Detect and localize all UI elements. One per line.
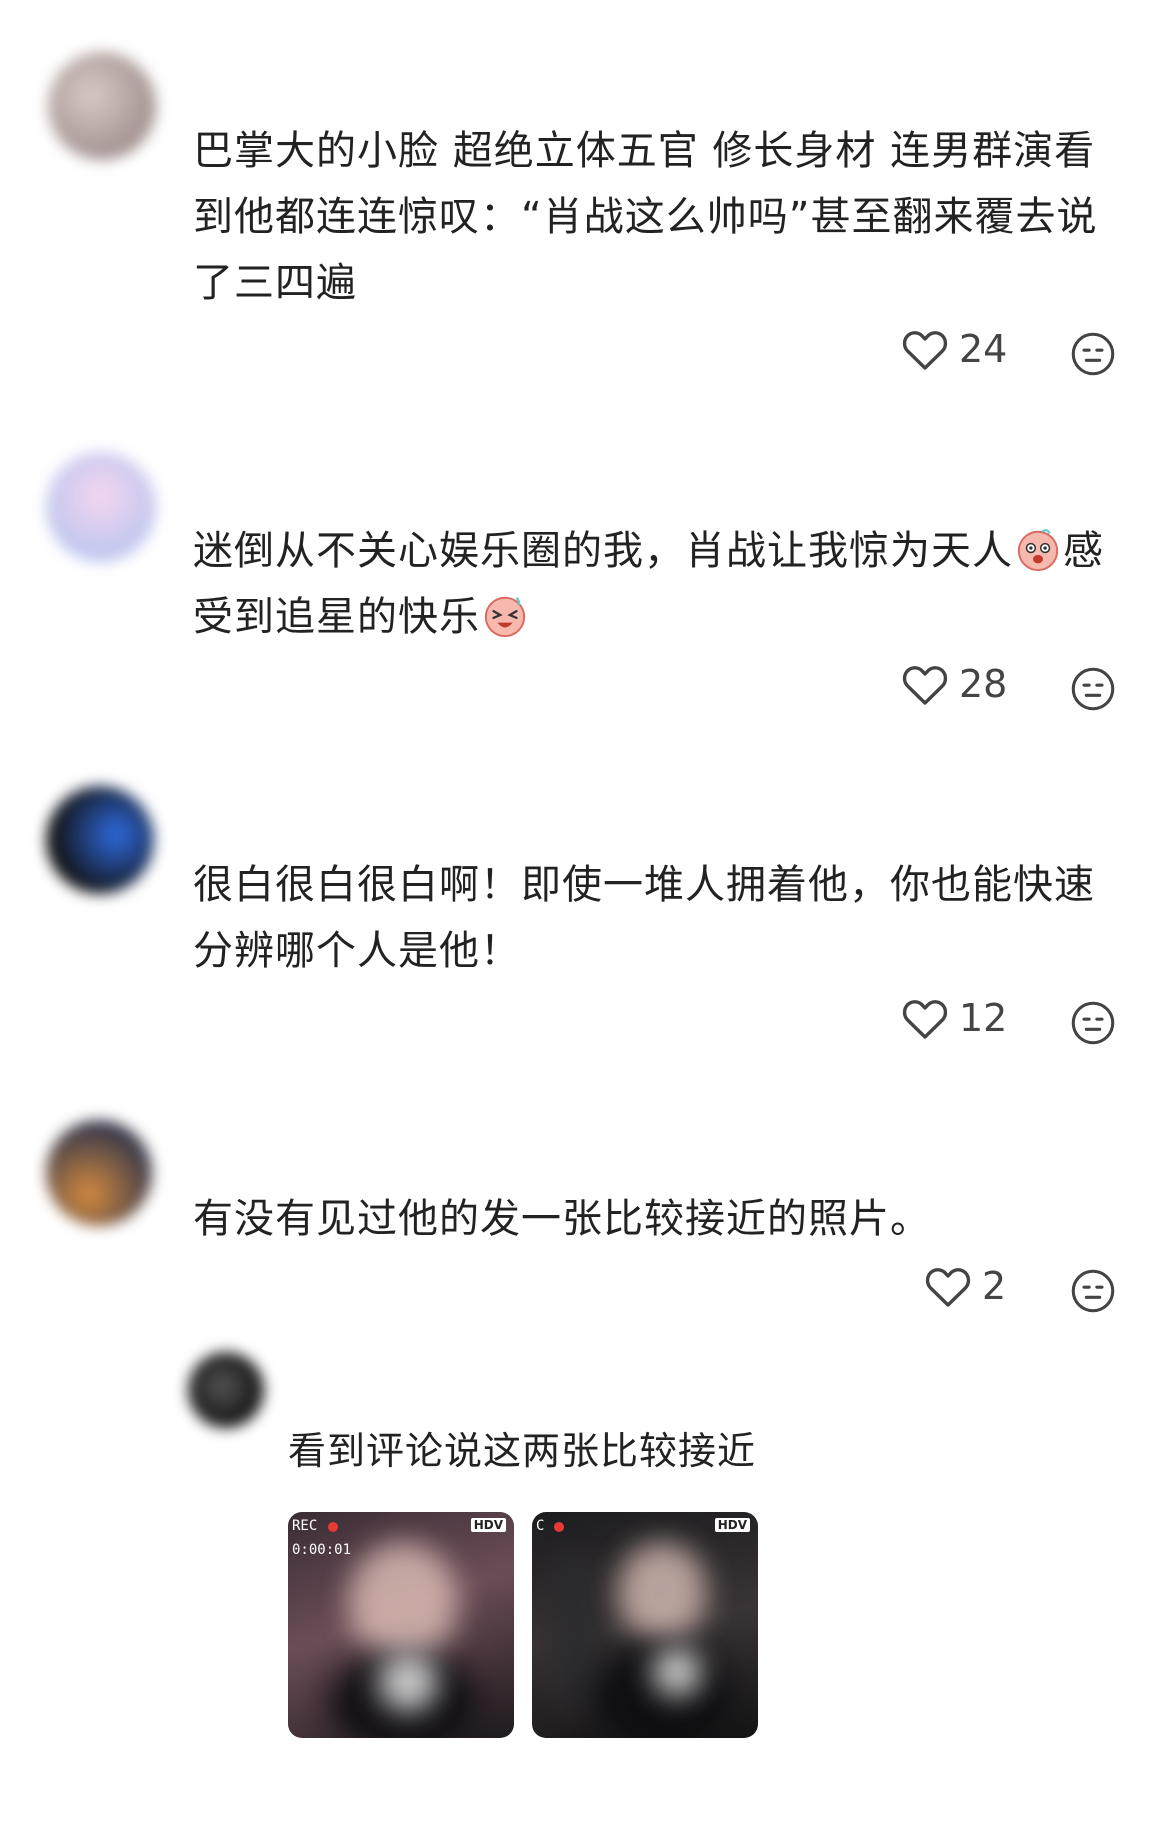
reply-text: 看到评论说这两张比较接近	[288, 1429, 757, 1473]
avatar[interactable]	[188, 1352, 264, 1428]
like-button[interactable]: 24	[901, 327, 1007, 371]
reply-photo[interactable]: C HDV	[532, 1512, 758, 1738]
hdv-label: HDV	[470, 1518, 506, 1532]
heart-outline-icon	[925, 1268, 971, 1307]
rec-dot-icon	[328, 1522, 338, 1532]
like-button[interactable]: 28	[901, 662, 1007, 706]
neutral-face-icon[interactable]	[1070, 1000, 1116, 1046]
like-count: 28	[959, 662, 1008, 706]
reply-photo[interactable]: REC 0:00:01 HDV	[288, 1512, 514, 1738]
neutral-face-icon[interactable]	[1070, 666, 1116, 712]
like-count: 24	[959, 327, 1008, 371]
comment-actions: 2	[0, 1264, 1170, 1320]
comment-actions: 12	[0, 996, 1170, 1052]
shocked-pig-emoji-icon	[1015, 526, 1061, 572]
like-count: 2	[982, 1264, 1007, 1308]
rec-label: REC	[292, 1518, 318, 1534]
comment-text: 迷倒从不关心娱乐圈的我，肖战让我惊为天人 感 受到追星的快乐	[193, 526, 1104, 640]
comment-text: 很白很白很白啊！即使一堆人拥着他，你也能快速 分辨哪个人是他！	[193, 862, 1095, 974]
laughing-pig-emoji-icon	[482, 592, 528, 638]
avatar[interactable]	[46, 786, 154, 894]
like-count: 12	[959, 996, 1008, 1040]
rec-dot-icon	[554, 1522, 564, 1532]
neutral-face-icon[interactable]	[1070, 331, 1116, 377]
comment-actions: 24	[0, 327, 1170, 383]
time-label: 0:00:01	[292, 1542, 352, 1558]
comment-actions: 28	[0, 662, 1170, 718]
avatar[interactable]	[46, 452, 156, 562]
neutral-face-icon[interactable]	[1070, 1268, 1116, 1314]
like-button[interactable]: 2	[924, 1264, 1006, 1308]
avatar[interactable]	[46, 1120, 152, 1226]
heart-outline-icon	[902, 666, 948, 705]
heart-outline-icon	[902, 331, 948, 370]
comment-text: 巴掌大的小脸 超绝立体五官 修长身材 连男群演看 到他都连连惊叹：“肖战这么帅吗…	[193, 128, 1098, 306]
heart-outline-icon	[902, 1000, 948, 1039]
like-button[interactable]: 12	[901, 996, 1007, 1040]
avatar[interactable]	[48, 52, 156, 160]
rec-label: C	[536, 1518, 545, 1534]
comment-text: 有没有见过他的发一张比较接近的照片。	[193, 1196, 931, 1242]
hdv-label: HDV	[714, 1518, 750, 1532]
